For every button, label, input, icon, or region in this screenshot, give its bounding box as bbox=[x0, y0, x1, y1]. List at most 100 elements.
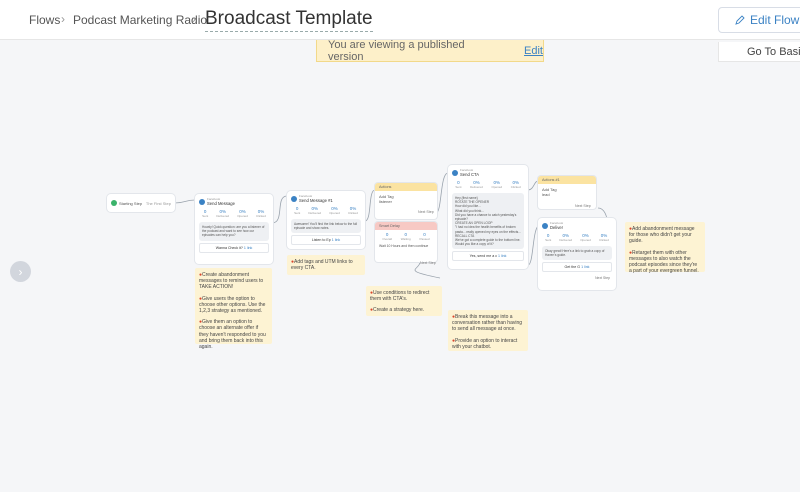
stat-label: Delivered bbox=[559, 238, 573, 242]
node-title: Send Message #1 bbox=[299, 198, 333, 203]
sticky-note-delay[interactable]: ●Use conditions to redirect them with CT… bbox=[366, 286, 442, 316]
button-label: Get the G bbox=[564, 265, 581, 270]
node-stats: 0 Sent 0% Delivered 0% Opened 0% Clicked bbox=[287, 204, 365, 217]
message-text: Awesome! You'll find the link below to t… bbox=[291, 219, 361, 234]
button-label: Yes, send me a c bbox=[469, 254, 498, 258]
cta-line: Did you have a chance to catch yesterday… bbox=[455, 212, 517, 222]
next-step-label: Next Step bbox=[595, 276, 610, 281]
stat-label: Sent bbox=[294, 211, 301, 215]
message-button[interactable]: Wanna Check it? 1 link bbox=[199, 242, 269, 253]
link-count: 1 link bbox=[331, 238, 341, 243]
next-step-label: Next Step bbox=[575, 204, 591, 208]
next-step-label: Next Step bbox=[420, 261, 436, 265]
sticky-note-deliver[interactable]: ●Add abandonment message for those who d… bbox=[625, 222, 705, 275]
note-text: Use conditions to redirect them with CTA… bbox=[370, 290, 430, 303]
sticky-note-cta[interactable]: ●Break this message into a conversation … bbox=[448, 310, 528, 351]
stat-label: Opened bbox=[237, 214, 248, 218]
chevron-right-icon: › bbox=[18, 264, 23, 279]
starting-step-label: Starting Step bbox=[119, 200, 143, 206]
connector-start-send1 bbox=[174, 199, 196, 204]
node-stats: 0 Sent 0% Delivered 0% Opened 0% Clicked bbox=[538, 231, 616, 244]
messenger-icon bbox=[452, 169, 458, 176]
send-message-node[interactable]: Facebook Send Message 0 Sent 0% Delivered 0… bbox=[195, 194, 273, 264]
note-text: Create a strategy here. bbox=[373, 307, 425, 314]
note-text: Add abandonment message for those who di… bbox=[629, 226, 695, 245]
messenger-icon bbox=[542, 222, 548, 229]
node-stats: 0 Sent 0% Delivered 0% Opened 0% Clicked bbox=[195, 207, 273, 220]
connector-delay-cta bbox=[435, 172, 449, 214]
start-icon bbox=[111, 200, 117, 206]
stat-label: Clicked bbox=[599, 238, 609, 242]
cta-line: We've got a complete guide to the bottom… bbox=[455, 238, 521, 247]
page-title[interactable]: Broadcast Template bbox=[205, 8, 373, 32]
published-version-banner: You are viewing a published version Edit bbox=[316, 38, 544, 63]
connector-send2-actions bbox=[364, 189, 376, 222]
note-text: Give users the option to choose other op… bbox=[199, 295, 266, 315]
banner-edit-link[interactable]: Edit bbox=[524, 45, 543, 57]
breadcrumb-podcast-marketing-radio[interactable]: Podcast Marketing Radio bbox=[73, 13, 207, 27]
action-value: lead bbox=[542, 192, 550, 197]
message-button[interactable]: Yes, send me a c 1 link bbox=[452, 251, 524, 261]
breadcrumb-flows[interactable]: Flows bbox=[29, 13, 60, 27]
stat-label: Delivered bbox=[470, 185, 483, 189]
messenger-icon bbox=[291, 195, 297, 202]
send-message-1-node[interactable]: Facebook Send Message #1 0 Sent 0% Delivere… bbox=[287, 191, 365, 249]
button-label: Wanna Check it? bbox=[215, 245, 243, 250]
sticky-note-send2[interactable]: ●Add tags and UTM links to every CTA. bbox=[287, 255, 365, 275]
stat-label: Opened bbox=[580, 238, 591, 242]
note-text: Create abandonment messages to remind us… bbox=[199, 272, 264, 291]
message-text: Howdy! Quick question: are you a listene… bbox=[199, 222, 269, 241]
stat-label: Opened bbox=[329, 211, 340, 215]
delay-stats: 0 Overall 0 Waiting 0 Passed bbox=[375, 230, 437, 243]
pencil-icon bbox=[735, 15, 745, 25]
connector-send1-send2 bbox=[271, 195, 288, 224]
starting-step-node[interactable]: Starting Step The First Step bbox=[107, 194, 175, 212]
node-stats: 0 Sent 0% Delivered 0% Opened 0% Clicked bbox=[448, 178, 528, 191]
chevron-right-icon: › bbox=[192, 12, 196, 26]
top-header: Flows › Podcast Marketing Radio › Broadc… bbox=[0, 0, 800, 40]
stat-label: Delivered bbox=[216, 214, 230, 218]
go-to-basic-button[interactable]: Go To Basic bbox=[718, 42, 800, 62]
sticky-note-send1[interactable]: ●Create abandonment messages to remind u… bbox=[195, 268, 272, 350]
button-label: Listen to Ep bbox=[311, 238, 331, 243]
action-value: listener bbox=[379, 199, 392, 204]
delay-text: Wait 10 Hours and then continue bbox=[379, 244, 429, 248]
stat-label: Clicked bbox=[510, 185, 521, 189]
smart-delay-title: Smart Delay bbox=[375, 222, 437, 230]
stat-label: Clicked bbox=[256, 214, 266, 218]
edit-flow-button[interactable]: Edit Flow bbox=[718, 7, 800, 33]
stat-label: Waiting bbox=[400, 237, 411, 241]
actions-title: Actions #1 bbox=[538, 176, 596, 184]
chevron-right-icon: › bbox=[61, 12, 65, 26]
expand-panel-button[interactable]: › bbox=[10, 261, 31, 282]
link-count: 1 link bbox=[243, 245, 253, 250]
first-step-label: The First Step bbox=[145, 200, 171, 206]
cta-message-text: Hey {first name} ROTATE THE OPENER How d… bbox=[452, 193, 524, 249]
deliver-node[interactable]: Facebook Deliver 0 Sent 0% Delivered 0% Open… bbox=[538, 218, 616, 290]
note-text: Provide an option to interact with your … bbox=[452, 337, 518, 350]
node-title: Send Message bbox=[207, 201, 235, 206]
messenger-icon bbox=[199, 198, 205, 205]
banner-text: You are viewing a published version bbox=[328, 38, 465, 63]
message-button[interactable]: Listen to Ep 1 link bbox=[291, 235, 361, 246]
stat-label: Clicked bbox=[348, 211, 358, 215]
stat-label: Sent bbox=[545, 238, 552, 242]
message-button[interactable]: Get the G 1 link bbox=[542, 262, 612, 273]
stat-label: Sent bbox=[455, 185, 462, 189]
actions-title: Actions bbox=[375, 183, 437, 191]
note-text: Break this message into a conversation r… bbox=[452, 314, 523, 333]
smart-delay-node[interactable]: Smart Delay 0 Overall 0 Waiting 0 Passed Wa… bbox=[375, 222, 437, 262]
node-title: Deliver bbox=[550, 225, 564, 230]
stat-label: Sent bbox=[202, 214, 209, 218]
note-text: Give them an option to choose an alterna… bbox=[199, 319, 266, 351]
stat-label: Opened bbox=[491, 185, 503, 189]
message-text: Okay great! Here's a link to grab a copy… bbox=[542, 246, 612, 261]
link-count: 1 link bbox=[498, 254, 507, 258]
note-text: Retarget them with other messages to als… bbox=[629, 249, 699, 275]
stat-label: Overall bbox=[382, 237, 392, 241]
stat-label: Delivered bbox=[308, 211, 322, 215]
send-cta-node[interactable]: Facebook Send CTA 0 Sent 0% Delivered 0% Ope… bbox=[448, 165, 528, 269]
stat-label: Passed bbox=[419, 237, 430, 241]
next-step-label: Next Step bbox=[418, 210, 434, 214]
connector-cta-actions2 bbox=[527, 180, 539, 191]
